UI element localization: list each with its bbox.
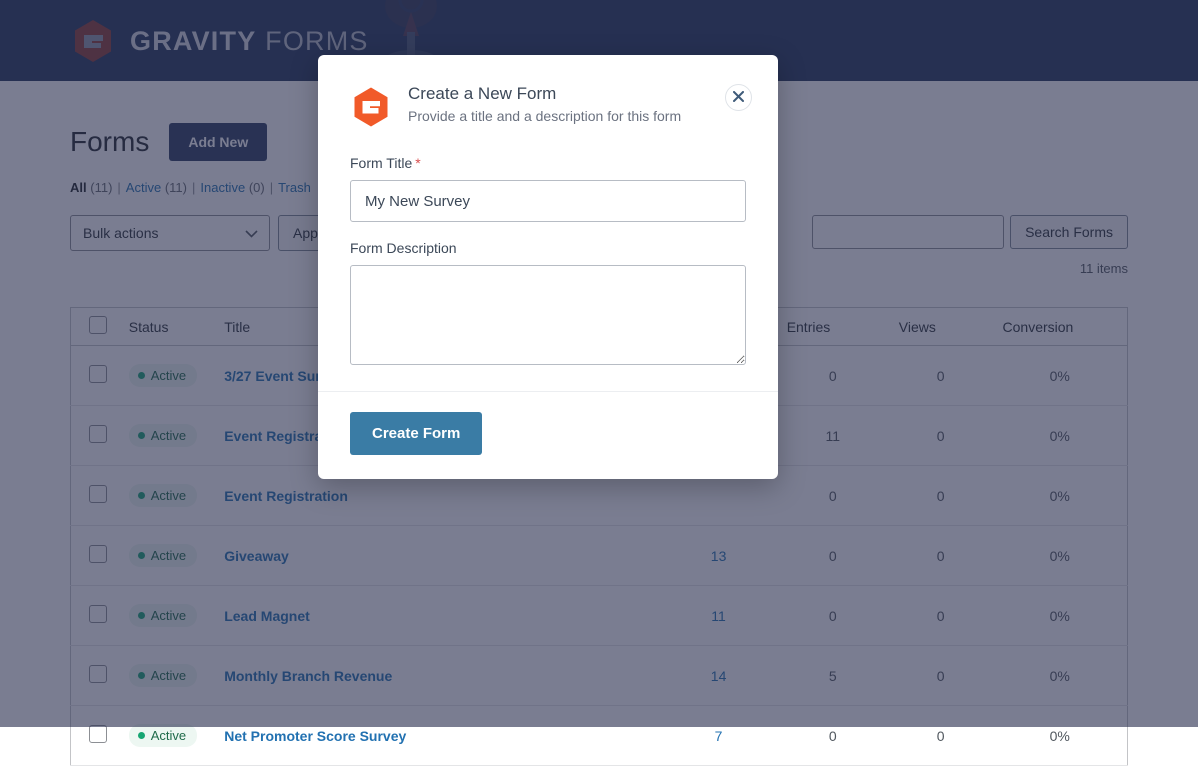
status-badge: Active — [129, 724, 197, 747]
required-marker: * — [415, 155, 420, 171]
form-title-input[interactable] — [350, 180, 746, 222]
form-title-label-text: Form Title — [350, 155, 412, 171]
fields-count-link[interactable]: 7 — [715, 728, 723, 744]
create-form-button[interactable]: Create Form — [350, 412, 482, 455]
create-form-modal: Create a New Form Provide a title and a … — [318, 55, 778, 479]
modal-title: Create a New Form — [408, 84, 681, 104]
form-description-textarea[interactable] — [350, 265, 746, 365]
status-dot-icon — [138, 732, 145, 739]
modal-header: Create a New Form Provide a title and a … — [318, 55, 778, 128]
modal-header-text: Create a New Form Provide a title and a … — [408, 84, 681, 124]
form-title-link[interactable]: Net Promoter Score Survey — [224, 728, 406, 744]
conversion-value: 0% — [1050, 728, 1070, 744]
gravity-forms-hexagon-logo-icon — [350, 86, 392, 128]
row-checkbox[interactable] — [89, 725, 107, 743]
form-description-label: Form Description — [350, 240, 746, 256]
close-button[interactable] — [725, 84, 752, 111]
modal-footer: Create Form — [318, 391, 778, 479]
modal-body: Form Title* Form Description — [318, 128, 778, 391]
close-icon — [733, 89, 744, 107]
modal-subtitle: Provide a title and a description for th… — [408, 108, 681, 124]
form-title-field-group: Form Title* — [350, 155, 746, 222]
form-description-field-group: Form Description — [350, 240, 746, 365]
status-label: Active — [151, 728, 186, 743]
entries-count: 0 — [829, 728, 837, 744]
form-title-label: Form Title* — [350, 155, 746, 171]
views-count: 0 — [937, 728, 945, 744]
